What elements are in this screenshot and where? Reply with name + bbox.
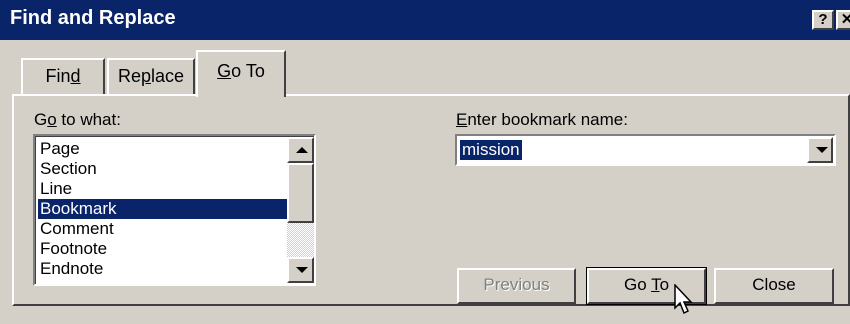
list-item[interactable]: Footnote — [38, 239, 290, 259]
tab-find-label: Find — [45, 66, 81, 86]
arrow-up-icon — [296, 147, 308, 153]
find-replace-dialog: Find and Replace ? ✕ Find Replace Go To … — [0, 0, 850, 324]
mouse-pointer-icon — [674, 284, 693, 315]
tab-replace-label: Replace — [117, 66, 185, 86]
bookmark-name-combobox[interactable]: mission — [455, 134, 836, 166]
list-item[interactable]: Comment — [38, 219, 290, 239]
close-button[interactable]: Close — [714, 268, 834, 304]
list-item[interactable]: Section — [38, 159, 290, 179]
chevron-down-icon — [816, 147, 828, 153]
help-button[interactable]: ? — [812, 10, 834, 30]
scroll-down-button[interactable] — [287, 257, 314, 283]
scroll-thumb[interactable] — [287, 163, 314, 223]
tab-find[interactable]: Find — [21, 58, 105, 94]
previous-button[interactable]: Previous — [457, 268, 576, 304]
arrow-down-icon — [296, 267, 308, 273]
goto-what-label: Go to what: — [34, 110, 121, 129]
bookmark-name-value[interactable]: mission — [460, 140, 522, 160]
title-bar[interactable]: Find and Replace ? ✕ — [0, 0, 850, 40]
help-icon: ? — [818, 11, 828, 28]
dropdown-button[interactable] — [807, 137, 833, 163]
list-item[interactable]: Page — [38, 139, 290, 159]
tab-replace[interactable]: Replace — [107, 58, 195, 94]
close-window-button[interactable]: ✕ — [836, 10, 850, 30]
bookmark-name-label: Enter bookmark name: — [456, 110, 628, 129]
window-title: Find and Replace — [10, 7, 176, 29]
list-item-selected[interactable]: Bookmark — [38, 199, 290, 219]
tab-goto[interactable]: Go To — [196, 50, 286, 97]
scroll-up-button[interactable] — [287, 137, 314, 163]
goto-what-listbox[interactable]: Page Section Line Bookmark Comment Footn… — [33, 134, 316, 286]
list-item[interactable]: Endnote — [38, 259, 290, 279]
tab-goto-label: Go To — [217, 61, 265, 81]
listbox-scrollbar[interactable] — [287, 137, 314, 283]
list-item[interactable]: Line — [38, 179, 290, 199]
close-icon: ✕ — [840, 11, 850, 28]
